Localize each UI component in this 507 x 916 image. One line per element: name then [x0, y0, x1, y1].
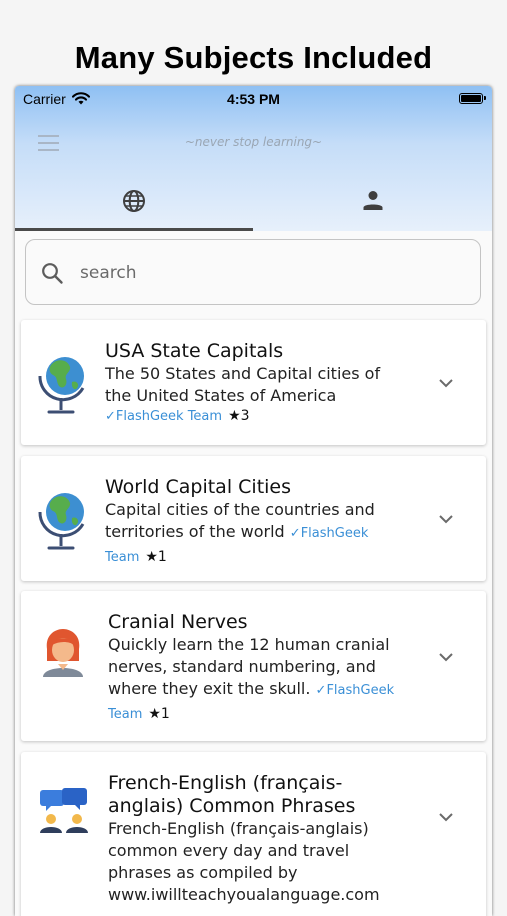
deck-stars: ★1: [145, 549, 167, 565]
tab-profile[interactable]: [253, 176, 492, 228]
page-headline: Many Subjects Included: [74, 40, 433, 75]
phone-screen: Carrier 4:53 PM ~never stop learning~ se…: [15, 86, 492, 916]
deck-author: ✓FlashGeek Team: [105, 409, 223, 424]
deck-title: USA State Capitals: [105, 340, 284, 362]
tab-indicator: [15, 228, 253, 231]
globe-icon: [35, 350, 91, 422]
deck-card-cranial-nerves[interactable]: Cranial Nerves Quickly learn the 12 huma…: [21, 591, 486, 741]
app-tagline: ~never stop learning~: [184, 135, 323, 149]
status-bar: Carrier 4:53 PM: [15, 86, 492, 114]
deck-meta: ✓FlashGeek Team ★3: [105, 406, 250, 426]
deck-description-text: The 50 States and Capital cities of the …: [105, 364, 381, 405]
deck-description: Capital cities of the countries and terr…: [105, 499, 405, 569]
deck-card-french-english-phrases[interactable]: French-English (français-anglais) Common…: [21, 752, 486, 916]
deck-title: French-English (français-anglais) Common…: [108, 772, 356, 817]
search-input[interactable]: [78, 255, 462, 291]
search-icon: [40, 261, 64, 289]
app-bar: Carrier 4:53 PM ~never stop learning~: [15, 86, 492, 231]
deck-title: World Capital Cities: [105, 476, 292, 498]
deck-description: The 50 States and Capital cities of the …: [105, 363, 405, 407]
deck-stars: ★3: [228, 408, 250, 424]
deck-description: French-English (français-anglais) common…: [108, 818, 408, 906]
expand-chevron-icon[interactable]: [438, 373, 454, 392]
globe-icon: [35, 486, 91, 558]
deck-title: Cranial Nerves: [108, 611, 248, 633]
deck-card-world-capital-cities[interactable]: World Capital Cities Capital cities of t…: [21, 456, 486, 581]
expand-chevron-icon[interactable]: [438, 807, 454, 826]
deck-description: Quickly learn the 12 human cranial nerve…: [108, 634, 398, 726]
expand-chevron-icon[interactable]: [438, 647, 454, 666]
globe-icon: [122, 189, 146, 217]
search-box[interactable]: [25, 239, 481, 305]
battery-icon: [459, 93, 486, 104]
expand-chevron-icon[interactable]: [438, 509, 454, 528]
tab-world[interactable]: [15, 176, 253, 228]
person-icon: [362, 189, 384, 215]
status-time: 4:53 PM: [227, 91, 280, 107]
conversation-icon: [38, 786, 90, 842]
deck-card-usa-state-capitals[interactable]: USA State Capitals The 50 States and Cap…: [21, 320, 486, 445]
person-avatar-icon: [41, 627, 85, 683]
deck-description-text: French-English (français-anglais) common…: [108, 819, 380, 904]
deck-stars: ★1: [148, 706, 170, 722]
